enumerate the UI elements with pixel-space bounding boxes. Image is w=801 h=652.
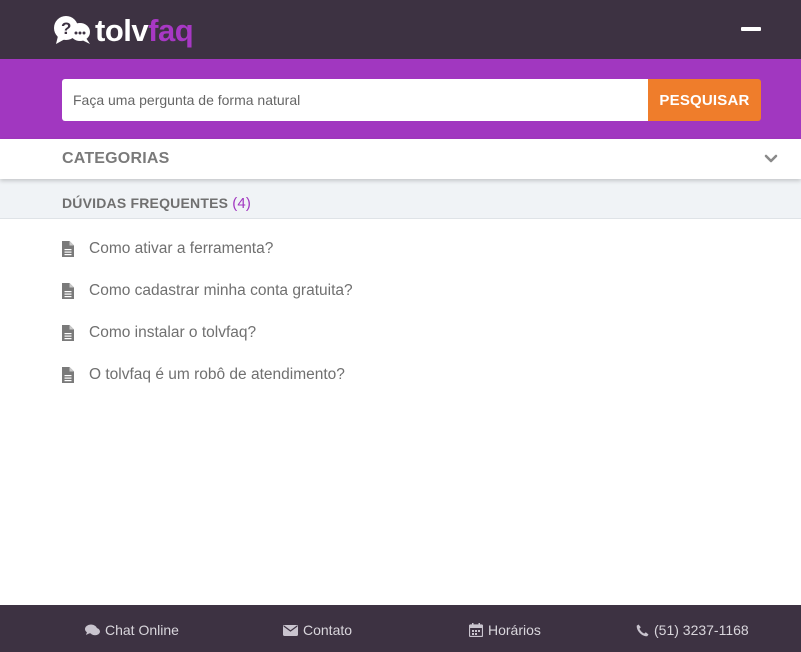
chat-icon: [85, 624, 100, 636]
envelope-icon: [283, 624, 298, 636]
document-icon: [62, 283, 74, 299]
faq-item-text: Como instalar o tolvfaq?: [89, 324, 257, 341]
categories-toggle[interactable]: CATEGORIAS: [0, 139, 801, 179]
search-button[interactable]: PESQUISAR: [648, 79, 761, 121]
contact-link[interactable]: Contato: [283, 622, 352, 638]
faq-item[interactable]: Como cadastrar minha conta gratuita?: [62, 279, 353, 303]
document-icon: [62, 325, 74, 341]
faq-count: (4): [232, 195, 252, 212]
svg-text:?: ?: [61, 19, 71, 38]
document-icon: [62, 241, 74, 257]
hours-link[interactable]: Horários: [469, 622, 541, 638]
chat-online-link[interactable]: Chat Online: [85, 622, 179, 638]
logo[interactable]: ? tolvfaq: [53, 12, 194, 48]
phone-label: (51) 3237-1168: [654, 622, 749, 638]
faq-item[interactable]: O tolvfaq é um robô de atendimento?: [62, 363, 345, 387]
faq-item-text: Como ativar a ferramenta?: [89, 240, 274, 257]
chat-online-label: Chat Online: [105, 622, 179, 638]
search-input[interactable]: [62, 79, 648, 121]
top-bar: ? tolvfaq: [0, 0, 801, 59]
document-icon: [62, 367, 74, 383]
categories-label: CATEGORIAS: [62, 150, 170, 167]
chevron-down-icon[interactable]: [764, 152, 778, 166]
search-bar: PESQUISAR: [0, 59, 801, 139]
faq-item[interactable]: Como instalar o tolvfaq?: [62, 321, 256, 345]
faq-title: DÚVIDAS FREQUENTES (4): [62, 195, 251, 212]
phone-link[interactable]: (51) 3237-1168: [636, 622, 749, 638]
faq-item-text: O tolvfaq é um robô de atendimento?: [89, 366, 345, 383]
chat-question-logo-icon: ?: [54, 16, 90, 44]
phone-icon: [636, 624, 649, 636]
faq-item-text: Como cadastrar minha conta gratuita?: [89, 282, 353, 299]
calendar-icon: [469, 623, 483, 637]
brand-name-part1: tolv: [95, 12, 149, 48]
minus-icon: [741, 27, 761, 31]
brand-name: tolvfaq: [95, 12, 194, 48]
faq-title-text: DÚVIDAS FREQUENTES: [62, 195, 229, 211]
brand-name-part2: faq: [148, 12, 194, 48]
faq-item[interactable]: Como ativar a ferramenta?: [62, 237, 273, 261]
hours-label: Horários: [488, 622, 541, 638]
menu-toggle-button[interactable]: [741, 24, 761, 34]
faq-section-header: DÚVIDAS FREQUENTES (4): [0, 179, 801, 219]
contact-label: Contato: [303, 622, 353, 638]
footer-bar: Chat Online Contato Horários (51) 3237-1…: [0, 605, 801, 652]
